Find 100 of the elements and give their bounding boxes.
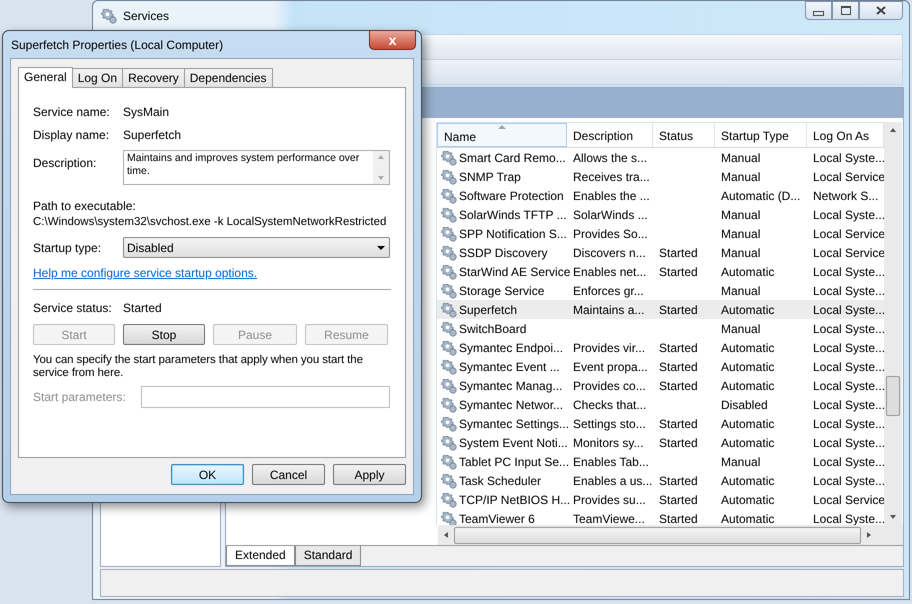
service-row[interactable]: System Event Noti... Monitors sy... Started Automatic Local Syste...	[437, 433, 884, 452]
table-cell: Local Syste...	[813, 416, 884, 430]
service-row[interactable]: Software Protection Enables the ... Automatic (D... Network S...	[437, 186, 884, 205]
gear-icon	[441, 244, 457, 260]
table-cell: Tablet PC Input Se...	[459, 454, 570, 468]
gear-icon	[441, 168, 457, 184]
table-cell: Symantec Manag...	[459, 378, 562, 392]
column-header[interactable]: Status	[653, 123, 715, 147]
start-parameters-field[interactable]	[141, 386, 390, 408]
view-tab[interactable]: Standard	[294, 546, 362, 566]
service-row[interactable]: Symantec Event ... Event propa... Started Automatic Local Syste...	[437, 357, 884, 376]
table-cell: Local Syste...	[813, 474, 884, 488]
table-cell: SwitchBoard	[459, 322, 526, 336]
dialog-tab[interactable]: Dependencies	[184, 68, 272, 87]
table-cell: Local Syste...	[813, 322, 884, 336]
table-cell: Local Syste...	[813, 360, 884, 374]
table-cell: Automatic	[721, 340, 774, 354]
description-box[interactable]: Maintains and improves system performance over time.	[123, 150, 390, 185]
service-row[interactable]: Superfetch Maintains a... Started Automatic Local Syste...	[437, 300, 884, 319]
service-row[interactable]: Symantec Networ... Checks that... Disabled Local Syste...	[437, 395, 884, 414]
table-cell: Enables the ...	[573, 188, 650, 202]
service-row[interactable]: Smart Card Remo... Allows the s... Manual Local Syste...	[437, 148, 884, 167]
table-cell: Allows the s...	[573, 150, 648, 164]
hint-text: You can specify the start parameters that apply when you start the service from here.	[33, 354, 364, 380]
service-row[interactable]: Symantec Manag... Provides co... Started Automatic Local Syste...	[437, 376, 884, 395]
ok-button[interactable]: OK	[171, 464, 244, 485]
table-cell: TCP/IP NetBIOS H...	[459, 492, 570, 506]
service-row[interactable]: SolarWinds TFTP ... SolarWinds ... Manual Local Syste...	[437, 205, 884, 224]
table-cell: Automatic	[721, 512, 774, 525]
table-cell: Local Syste...	[813, 436, 884, 450]
table-cell: Local Syste...	[813, 264, 884, 278]
table-cell: Started	[659, 474, 698, 488]
table-cell: SPP Notification S...	[459, 226, 567, 240]
gear-icon	[441, 454, 457, 470]
table-cell: Automatic	[721, 436, 774, 450]
service-status-label: Service status:	[33, 300, 113, 314]
minimize-button[interactable]	[805, 1, 832, 20]
table-cell: Settings sto...	[573, 416, 646, 430]
service-stop-button[interactable]: Stop	[123, 324, 205, 345]
table-cell: Smart Card Remo...	[459, 150, 566, 164]
table-cell: Receives tra...	[573, 170, 650, 184]
table-cell: Started	[659, 378, 698, 392]
column-header[interactable]: Name	[437, 123, 567, 147]
close-icon	[876, 6, 886, 15]
table-cell: Symantec Event ...	[459, 360, 560, 374]
view-tab[interactable]: Extended	[226, 546, 295, 566]
table-cell: Disabled	[721, 398, 768, 412]
table-cell: Manual	[721, 150, 760, 164]
gear-icon	[441, 492, 457, 508]
service-row[interactable]: SwitchBoard Manual Local Syste...	[437, 319, 884, 338]
service-row[interactable]: Symantec Endpoi... Provides vir... Started Automatic Local Syste...	[437, 338, 884, 357]
table-cell: Enables net...	[573, 264, 646, 278]
service-name-label: Service name:	[33, 104, 111, 118]
service-row[interactable]: Tablet PC Input Se... Enables Tab... Manual Local Syste...	[437, 452, 884, 471]
table-cell: Local Syste...	[813, 398, 884, 412]
table-cell: Started	[659, 264, 698, 278]
table-cell: Symantec Settings...	[459, 416, 570, 430]
table-cell: Discovers n...	[573, 246, 646, 260]
dialog-tab[interactable]: General	[18, 67, 73, 88]
table-cell: Event propa...	[573, 360, 648, 374]
table-cell: Enables a us...	[573, 474, 652, 488]
table-cell: Started	[659, 512, 698, 525]
dialog-tab[interactable]: Recovery	[122, 68, 185, 87]
maximize-button[interactable]	[832, 1, 859, 20]
column-header[interactable]: Startup Type	[715, 123, 807, 147]
table-cell: Monitors sy...	[573, 436, 644, 450]
start-parameters-label: Start parameters:	[33, 390, 127, 404]
service-name-value: SysMain	[123, 104, 170, 118]
dialog-tab[interactable]: Log On	[72, 68, 124, 87]
dialog-title: Superfetch Properties (Local Computer)	[11, 38, 224, 52]
startup-type-dropdown[interactable]: Disabled	[123, 237, 390, 258]
table-cell: Network S...	[813, 188, 878, 202]
table-cell: Local Syste...	[813, 150, 884, 164]
horizontal-scrollbar[interactable]	[438, 525, 903, 545]
apply-button[interactable]: Apply	[333, 464, 406, 485]
table-cell: Local Syste...	[813, 208, 884, 222]
caret-icon	[377, 246, 385, 250]
close-button[interactable]	[859, 1, 903, 20]
display-name-label: Display name:	[33, 128, 110, 142]
table-cell: SNMP Trap	[459, 170, 521, 184]
table-cell: Automatic	[721, 492, 774, 506]
service-row[interactable]: StarWind AE Service Enables net... Started Automatic Local Syste...	[437, 262, 884, 281]
table-cell: Automatic	[721, 264, 774, 278]
service-row[interactable]: Task Scheduler Enables a us... Started Automatic Local Syste...	[437, 471, 884, 490]
table-cell: Provides co...	[573, 378, 646, 392]
table-cell: Automatic	[721, 416, 774, 430]
vertical-scrollbar[interactable]	[884, 122, 902, 525]
service-row[interactable]: Symantec Settings... Settings sto... Started Automatic Local Syste...	[437, 414, 884, 433]
table-cell: Provides su...	[573, 492, 646, 506]
table-cell: Automatic	[721, 360, 774, 374]
description-label: Description:	[33, 156, 98, 170]
cancel-button[interactable]: Cancel	[252, 464, 325, 485]
table-cell: SSDP Discovery	[459, 246, 548, 260]
help-link[interactable]: Help me configure service startup options.	[33, 266, 258, 280]
service-row[interactable]: Storage Service Enforces gr... Manual Local Syste...	[437, 281, 884, 300]
table-cell: Storage Service	[459, 284, 544, 298]
table-cell: TeamViewe...	[573, 512, 645, 525]
table-cell: StarWind AE Service	[459, 264, 570, 278]
table-cell: Provides So...	[573, 226, 648, 240]
column-header[interactable]: Description	[567, 123, 653, 147]
